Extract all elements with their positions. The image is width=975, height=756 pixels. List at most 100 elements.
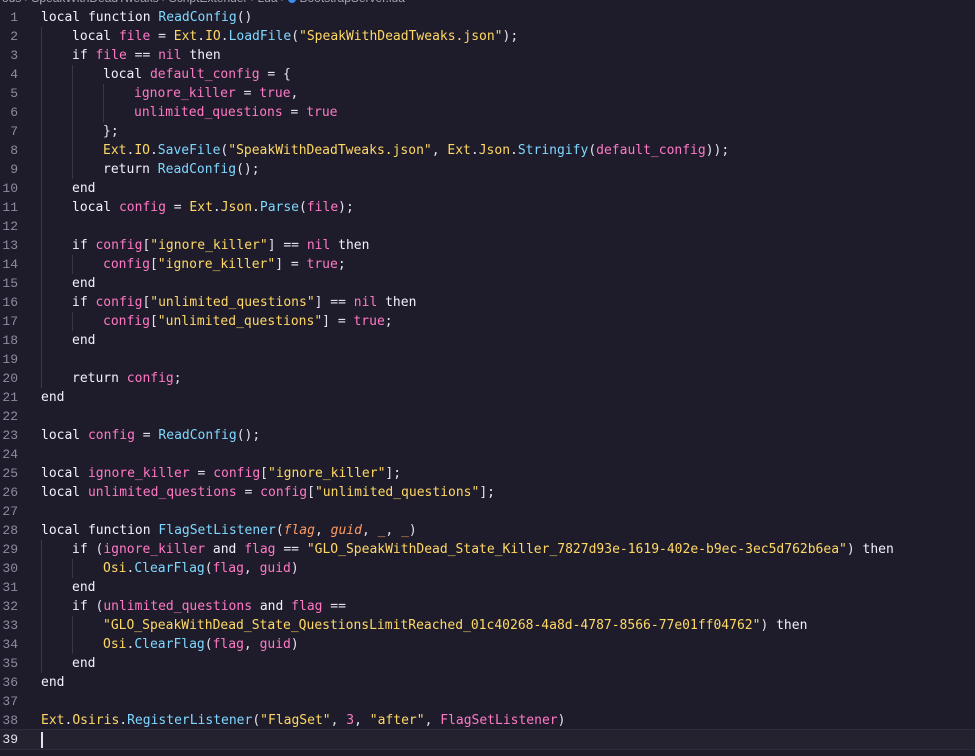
code-line[interactable]: 9 return ReadConfig(); [0,160,975,179]
code-token: config [213,466,261,481]
indent-guide [41,312,42,331]
code-line[interactable]: 6 unlimited_questions = true [0,103,975,122]
code-line[interactable]: 34 Osi.ClearFlag(flag, guid) [0,635,975,654]
code-token: ignore_killer [87,466,190,481]
code-line[interactable]: 27 [0,502,975,521]
code-token: )); [705,143,730,158]
code-line[interactable]: 23 local config = ReadConfig(); [0,426,975,445]
code-line[interactable]: 24 [0,445,975,464]
code-token: default_config [149,67,260,82]
code-line[interactable]: 22 [0,407,975,426]
code-line[interactable]: 38 Ext.Osiris.RegisterListener("FlagSet",… [0,711,975,730]
code-token: ); [502,29,519,44]
code-token: then [181,48,221,63]
code-token: then [377,295,417,310]
code-line[interactable]: 21 end [0,388,975,407]
code-line[interactable]: 25 local ignore_killer = config["ignore_k… [0,464,975,483]
code-text: config["unlimited_questions"] = true; [103,312,393,331]
code-line[interactable]: 11 local config = Ext.Json.Parse(file); [0,198,975,217]
code-line[interactable]: 13 if config["ignore_killer"] == nil then [0,236,975,255]
indent-guide [72,160,73,179]
code-line[interactable]: 29 if (ignore_killer and flag == "GLO_Spe… [0,540,975,559]
code-token: flag [283,523,315,538]
code-token: ] [275,257,284,272]
code-line[interactable]: 17 config["unlimited_questions"] = true; [0,312,975,331]
code-line[interactable]: 15 end [0,274,975,293]
code-line[interactable]: 2 local file = Ext.IO.LoadFile("SpeakWith… [0,27,975,46]
code-token: , [431,143,448,158]
code-line[interactable]: 37 [0,692,975,711]
code-token: = [283,257,307,272]
code-text: end [41,673,64,692]
code-token: Ext [173,29,198,44]
code-token: if [72,295,96,310]
code-line[interactable]: 3 if file == nil then [0,46,975,65]
line-number: 20 [2,371,18,386]
code-text: if (ignore_killer and flag == "GLO_Speak… [72,540,894,559]
breadcrumb-item[interactable]: ScriptExtender [169,0,248,5]
code-token: file [118,29,151,44]
code-token: , [243,637,260,652]
code-area[interactable]: 1 local function ReadConfig() 2 local file … [0,8,975,750]
code-token: ReadConfig [158,10,237,25]
code-line[interactable]: 19 [0,350,975,369]
code-line[interactable]: 14 config["ignore_killer"] = true; [0,255,975,274]
code-token: config [95,295,143,310]
code-text: local config = ReadConfig(); [41,426,260,445]
code-line[interactable]: 4 local default_config = { [0,65,975,84]
code-token: config [118,200,166,215]
code-token: Osi [103,561,127,576]
code-line[interactable]: 30 Osi.ClearFlag(flag, guid) [0,559,975,578]
code-token: unlimited_questions [103,599,253,614]
code-line[interactable]: 7}; [0,122,975,141]
code-text: local config = Ext.Json.Parse(file); [72,198,354,217]
code-text: ignore_killer = true, [134,84,298,103]
code-token: if [72,48,96,63]
code-line[interactable]: 18 end [0,331,975,350]
code-line[interactable]: 26 local unlimited_questions = config["un… [0,483,975,502]
code-line[interactable]: 20 return config; [0,369,975,388]
code-line[interactable]: 32 if (unlimited_questions and flag == [0,597,975,616]
code-line[interactable]: 31 end [0,578,975,597]
breadcrumb-item[interactable]: Lua [257,0,277,5]
code-token: "ignore_killer" [157,257,276,272]
breadcrumb-item[interactable]: ods [2,0,21,5]
indent-guide [72,312,73,331]
code-line[interactable]: 10 end [0,179,975,198]
code-token: config [95,238,143,253]
code-token: = [235,86,260,101]
indent-guide [41,84,42,103]
indent-guide [41,350,42,369]
code-line[interactable]: 16 if config["unlimited_questions"] == ni… [0,293,975,312]
code-token: "GLO_SpeakWithDead_State_QuestionsLimitR… [103,618,761,633]
line-number: 39 [2,732,18,747]
breadcrumb-item[interactable]: BootstrapServer.lua [300,0,405,5]
code-token: [ [260,466,268,481]
code-token: ; [173,371,182,386]
code-line[interactable]: 8 Ext.IO.SaveFile("SpeakWithDeadTweaks.js… [0,141,975,160]
code-line[interactable]: 28 local function FlagSetListener(flag, g… [0,521,975,540]
code-line[interactable]: 39 [0,729,975,750]
code-line[interactable]: 12 [0,217,975,236]
code-token: and [252,599,292,614]
code-token: ( [275,523,284,538]
code-token: ( [588,143,597,158]
code-token: if [72,599,96,614]
code-token: "FlagSet" [260,713,331,728]
code-token: Parse [259,200,300,215]
code-text: Ext.IO.SaveFile("SpeakWithDeadTweaks.jso… [103,141,729,160]
breadcrumb-item[interactable]: SpeakWithDeadTweaks [31,0,158,5]
code-token: (); [236,162,260,177]
code-token: end [72,656,96,671]
chevron-right-icon: › [250,0,254,5]
code-token: == [275,238,307,253]
code-line[interactable]: 1 local function ReadConfig() [0,8,975,27]
code-line[interactable]: 5 ignore_killer = true, [0,84,975,103]
code-line[interactable]: 33 "GLO_SpeakWithDead_State_QuestionsLimi… [0,616,975,635]
code-line[interactable]: 36 end [0,673,975,692]
code-token: nil [353,295,378,310]
code-token: . [149,143,158,158]
indent-guide [72,141,73,160]
code-editor[interactable]: ods›SpeakWithDeadTweaks›ScriptExtender›L… [0,0,975,756]
code-line[interactable]: 35 end [0,654,975,673]
